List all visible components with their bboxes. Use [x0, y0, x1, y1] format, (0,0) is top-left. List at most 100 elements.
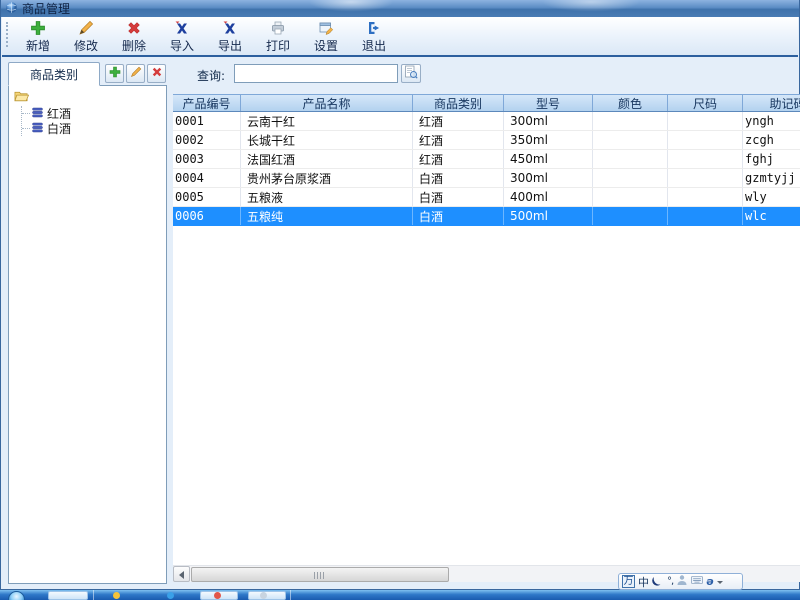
table-cell: 350ml [504, 131, 593, 149]
table-row[interactable]: 0003法国红酒红酒450mlfghj [173, 150, 800, 169]
table-row[interactable]: 0006五粮纯白酒500mlwlc [173, 207, 800, 226]
titlebar[interactable]: 商品管理 [1, 0, 799, 17]
taskbar-app-icon[interactable] [214, 592, 221, 599]
export-icon [222, 20, 238, 39]
taskbar-app-icon[interactable] [167, 592, 174, 599]
table-row[interactable]: 0001云南干红红酒300mlyngh [173, 112, 800, 131]
toolbar-button-label: 修改 [74, 40, 98, 53]
column-header-4[interactable]: 颜色 [593, 95, 668, 111]
column-header-5[interactable]: 尺码 [668, 95, 743, 111]
ime-punctuation-button[interactable]: °, [667, 576, 673, 587]
person-icon[interactable] [676, 574, 688, 589]
delete-category-button[interactable] [147, 64, 166, 83]
tree-item-label: 白酒 [47, 120, 71, 137]
table-cell [593, 188, 668, 206]
edit-button[interactable]: 修改 [62, 18, 110, 55]
toolbar-button-label: 退出 [362, 40, 386, 53]
scrollbar-thumb[interactable] [191, 567, 449, 582]
column-header-1[interactable]: 产品名称 [241, 95, 413, 111]
column-header-0[interactable]: 产品编号 [173, 95, 241, 111]
column-header-6[interactable]: 助记码 [743, 95, 800, 111]
table-cell: 0003 [173, 150, 241, 168]
table-cell: 白酒 [413, 169, 504, 187]
table-cell [593, 112, 668, 130]
table-cell: wlc [743, 207, 800, 225]
search-input[interactable] [234, 64, 398, 83]
scrollbar-grip-icon [314, 572, 325, 579]
table-cell: 500ml [504, 207, 593, 225]
taskbar-item[interactable] [48, 591, 88, 600]
table-cell: 0001 [173, 112, 241, 130]
table-cell: wly [743, 188, 800, 206]
table-body: 0001云南干红红酒300mlyngh0002长城干红红酒350mlzcgh00… [173, 112, 800, 226]
ime-input-method-button[interactable]: 万 [622, 575, 635, 588]
import-button[interactable]: 导入 [158, 18, 206, 55]
table-cell [593, 131, 668, 149]
tree-root[interactable] [14, 90, 166, 106]
ime-tools-icon[interactable]: ə [706, 575, 713, 588]
toolbar-button-label: 设置 [314, 40, 338, 53]
table-cell [668, 188, 743, 206]
column-header-3[interactable]: 型号 [504, 95, 593, 111]
ime-dropdown-arrow-icon[interactable] [717, 581, 723, 587]
search-button[interactable] [401, 64, 421, 83]
table-cell: 300ml [504, 112, 593, 130]
toolbar-grip[interactable] [6, 22, 9, 47]
toolbar: 新增 修改 删除 导入 导出 打印 [2, 17, 798, 57]
scroll-left-arrow-icon[interactable] [173, 566, 190, 582]
category-icon [31, 106, 47, 122]
column-header-2[interactable]: 商品类别 [413, 95, 504, 111]
add-icon [30, 20, 46, 39]
toolbar-button-label: 导出 [218, 40, 242, 53]
window-title: 商品管理 [22, 0, 70, 17]
table-cell: 0005 [173, 188, 241, 206]
exit-button[interactable]: 退出 [350, 18, 398, 55]
table-cell: 300ml [504, 169, 593, 187]
toolbar-button-label: 打印 [266, 40, 290, 53]
edit-category-button[interactable] [126, 64, 145, 83]
export-button[interactable]: 导出 [206, 18, 254, 55]
settings-button[interactable]: 设置 [302, 18, 350, 55]
add-category-button[interactable] [105, 64, 124, 83]
table-row[interactable]: 0002长城干红红酒350mlzcgh [173, 131, 800, 150]
table-cell: 450ml [504, 150, 593, 168]
taskbar-app-icon[interactable] [260, 592, 267, 599]
pencil-icon [130, 66, 142, 81]
import-icon [174, 20, 190, 39]
exit-icon [366, 20, 382, 39]
toolbar-button-label: 新增 [26, 40, 50, 53]
tab-label: 商品类别 [30, 66, 78, 83]
table-cell: zcgh [743, 131, 800, 149]
taskbar-divider [290, 590, 291, 600]
keyboard-icon[interactable] [691, 574, 703, 589]
print-button[interactable]: 打印 [254, 18, 302, 55]
table-cell: 法国红酒 [241, 150, 413, 168]
delete-button[interactable]: 删除 [110, 18, 158, 55]
print-icon [270, 20, 286, 39]
taskbar-app-icon[interactable] [113, 592, 120, 599]
table-row[interactable]: 0004贵州茅台原浆酒白酒300mlgzmtyjj [173, 169, 800, 188]
table-cell [593, 207, 668, 225]
table-row[interactable]: 0005五粮液白酒400mlwly [173, 188, 800, 207]
table-cell [668, 131, 743, 149]
tree-item-white-liquor[interactable]: 白酒 [22, 121, 166, 136]
add-button[interactable]: 新增 [14, 18, 62, 55]
table-cell [668, 207, 743, 225]
desktop-screen: 商品管理 新增 修改 删除 导入 导出 [0, 0, 800, 600]
table-cell: 五粮液 [241, 188, 413, 206]
table-cell: 白酒 [413, 188, 504, 206]
start-button[interactable] [8, 591, 25, 600]
tab-product-category[interactable]: 商品类别 [8, 62, 100, 86]
search-doc-icon [404, 65, 418, 82]
table-cell: 0002 [173, 131, 241, 149]
table-cell [668, 169, 743, 187]
taskbar-item[interactable] [248, 591, 286, 600]
table-cell: yngh [743, 112, 800, 130]
tree-item-red-wine[interactable]: 红酒 [22, 106, 166, 121]
moon-icon[interactable] [652, 574, 664, 589]
tree-children: 红酒 白酒 [21, 106, 166, 136]
plus-icon [109, 66, 121, 81]
settings-icon [318, 20, 334, 39]
ime-language-bar: 万 中 °, ə [618, 573, 743, 590]
ime-mode-button[interactable]: 中 [638, 574, 649, 590]
